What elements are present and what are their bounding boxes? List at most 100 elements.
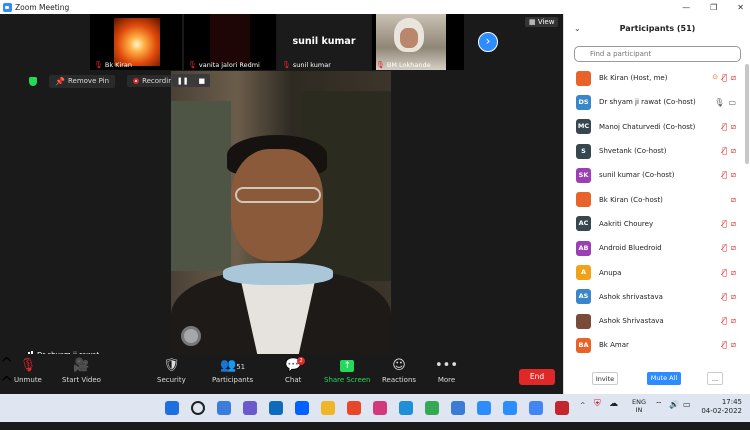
mute-all-button[interactable]: Mute All: [647, 372, 681, 385]
mic-muted-icon: 🎙: [19, 358, 37, 373]
more-dots-icon: •••: [435, 358, 459, 373]
chevron-up-icon[interactable]: ^: [580, 401, 585, 409]
mic-muted-icon: 🎙̸: [722, 146, 727, 156]
view-button[interactable]: ▦ View: [525, 17, 559, 27]
speaker-icon[interactable]: 🔊: [669, 400, 679, 409]
close-button[interactable]: ✕: [737, 3, 744, 12]
dropbox-icon[interactable]: [295, 401, 309, 415]
meeting-toolbar: 🎙 Unmute ^ 🎥 Start Video ^ 🛡 Security 👥5…: [0, 354, 563, 430]
participants-button[interactable]: 👥51 Participants: [212, 358, 253, 384]
mic-muted-icon: 🎙: [188, 61, 197, 69]
video-off-icon: ⧄: [730, 73, 736, 83]
teams-icon[interactable]: [243, 401, 257, 415]
maps-icon[interactable]: [529, 401, 543, 415]
mcafee-icon[interactable]: [555, 401, 569, 415]
participant-row[interactable]: Bk Kiran (Host, me) ⊙ 🎙̸ ⧄: [564, 66, 744, 90]
zoom-icon[interactable]: [477, 401, 491, 415]
thumbnail-video[interactable]: 🎙 BM Lokhande: [372, 14, 464, 70]
participant-row[interactable]: DS Dr shyam ji rawat (Co-host) 🎙 ▭: [564, 90, 744, 114]
edge-icon[interactable]: [399, 401, 413, 415]
more-button[interactable]: ••• More: [435, 358, 458, 384]
onedrive-icon[interactable]: ☁: [609, 399, 618, 409]
avatar: A: [576, 265, 591, 281]
end-meeting-button[interactable]: End: [519, 369, 555, 385]
video-icon: ▭: [728, 97, 736, 107]
unmute-button[interactable]: 🎙 Unmute: [14, 358, 42, 384]
participants-icon: 👥51: [220, 358, 246, 373]
zoom-meeting-icon[interactable]: [503, 401, 517, 415]
participant-name: Bk Kiran (Host, me): [599, 74, 668, 83]
scrollbar[interactable]: [745, 64, 749, 164]
panel-header: ⌄ Participants (51): [564, 14, 750, 42]
video-off-icon: ⧄: [730, 194, 736, 204]
reactions-button[interactable]: ☺ Reactions: [382, 358, 416, 384]
participant-row[interactable]: S Shvetank (Co-host) 🎙̸ ⧄: [564, 139, 744, 163]
participant-row[interactable]: Ashok Shrivastava 🎙̸ ⧄: [564, 309, 744, 333]
participant-row[interactable]: BA Bk Amar 🎙̸ ⧄: [564, 333, 744, 357]
participant-row[interactable]: AB Android Bluedroid 🎙̸ ⧄: [564, 236, 744, 260]
mail-icon[interactable]: [269, 401, 283, 415]
video-off-icon: ⧄: [730, 316, 736, 326]
participant-name: Dr shyam ji rawat (Co-host): [599, 98, 696, 107]
language-indicator[interactable]: ENG IN: [632, 398, 646, 414]
participant-row[interactable]: Bk Kiran (Co-host) ⧄: [564, 187, 744, 211]
clock[interactable]: 17:45 04-02-2022: [701, 398, 742, 416]
chrome-icon[interactable]: [425, 401, 439, 415]
panel-title: Participants (51): [619, 23, 696, 33]
thumbnail-video[interactable]: sunil kumar 🎙 sunil kumar: [278, 14, 370, 70]
avatar: MC: [576, 119, 591, 135]
thumbnail-video[interactable]: 🎙 Bk Kiran: [90, 14, 182, 70]
pause-recording-button[interactable]: ❚❚: [177, 77, 189, 85]
windows-start-icon[interactable]: [165, 401, 179, 415]
participant-row[interactable]: MC Manoj Chaturvedi (Co-host) 🎙̸ ⧄: [564, 115, 744, 139]
stop-recording-button[interactable]: ■: [198, 77, 205, 85]
avatar: BA: [576, 337, 591, 353]
search-icon[interactable]: [191, 401, 205, 415]
task-view-icon[interactable]: [217, 401, 231, 415]
photos-icon[interactable]: [451, 401, 465, 415]
chat-button[interactable]: 💬 2 Chat: [285, 357, 305, 384]
pin-icon: 📌: [55, 76, 65, 86]
antivirus-icon[interactable]: ⛨: [594, 399, 601, 409]
panel-footer: Invite Mute All ...: [564, 370, 750, 390]
participant-name: Ashok Shrivastava: [599, 317, 664, 326]
window-title: Zoom Meeting: [15, 2, 70, 12]
participant-row[interactable]: AS Ashok shrivastava 🎙̸ ⧄: [564, 285, 744, 309]
avatar: AC: [576, 216, 591, 232]
security-button[interactable]: 🛡 Security: [157, 358, 186, 384]
maximize-button[interactable]: ❐: [710, 3, 717, 12]
audible-icon[interactable]: [373, 401, 387, 415]
mic-muted-icon: 🎙̸: [722, 291, 727, 301]
minimize-button[interactable]: —: [682, 3, 690, 12]
participant-name: Shvetank (Co-host): [599, 147, 667, 156]
office-icon[interactable]: [347, 401, 361, 415]
search-input[interactable]: [574, 46, 741, 62]
more-options-button[interactable]: ...: [707, 372, 723, 385]
wifi-icon[interactable]: ⌔: [655, 400, 663, 410]
main-video[interactable]: [171, 71, 391, 376]
battery-icon[interactable]: ▭: [683, 400, 691, 409]
participant-row[interactable]: AC Aakriti Chourey 🎙̸ ⧄: [564, 212, 744, 236]
participant-row[interactable]: A Anupa 🎙̸ ⧄: [564, 260, 744, 284]
thumbnail-name: vanita jalori Redmi: [198, 61, 260, 69]
share-arrow-icon: ↑: [340, 360, 355, 372]
title-bar: Zoom Meeting — ❐ ✕: [0, 0, 750, 14]
video-off-icon: ⧄: [730, 243, 736, 253]
share-screen-button[interactable]: ↑ Share Screen: [324, 358, 371, 384]
participant-name: Android Bluedroid: [599, 244, 662, 253]
file-explorer-icon[interactable]: [321, 401, 335, 415]
avatar: S: [576, 143, 591, 159]
invite-button[interactable]: Invite: [592, 372, 618, 385]
next-page-button[interactable]: ›: [478, 32, 498, 52]
sharing-icon: ⊙: [712, 73, 719, 82]
mic-muted-icon: 🎙̸: [722, 316, 727, 326]
avatar: DS: [576, 94, 591, 110]
video-off-icon: ⧄: [730, 121, 736, 131]
start-video-button[interactable]: 🎥 Start Video: [62, 358, 101, 384]
chat-badge: 2: [297, 357, 305, 365]
video-off-icon: ⧄: [730, 267, 736, 277]
window-controls: — ❐ ✕: [682, 0, 744, 14]
remove-pin-button[interactable]: 📌 Remove Pin: [49, 74, 116, 88]
participant-row[interactable]: SK sunil kumar (Co-host) 🎙̸ ⧄: [564, 163, 744, 187]
thumbnail-video[interactable]: 🎙 vanita jalori Redmi: [184, 14, 276, 70]
